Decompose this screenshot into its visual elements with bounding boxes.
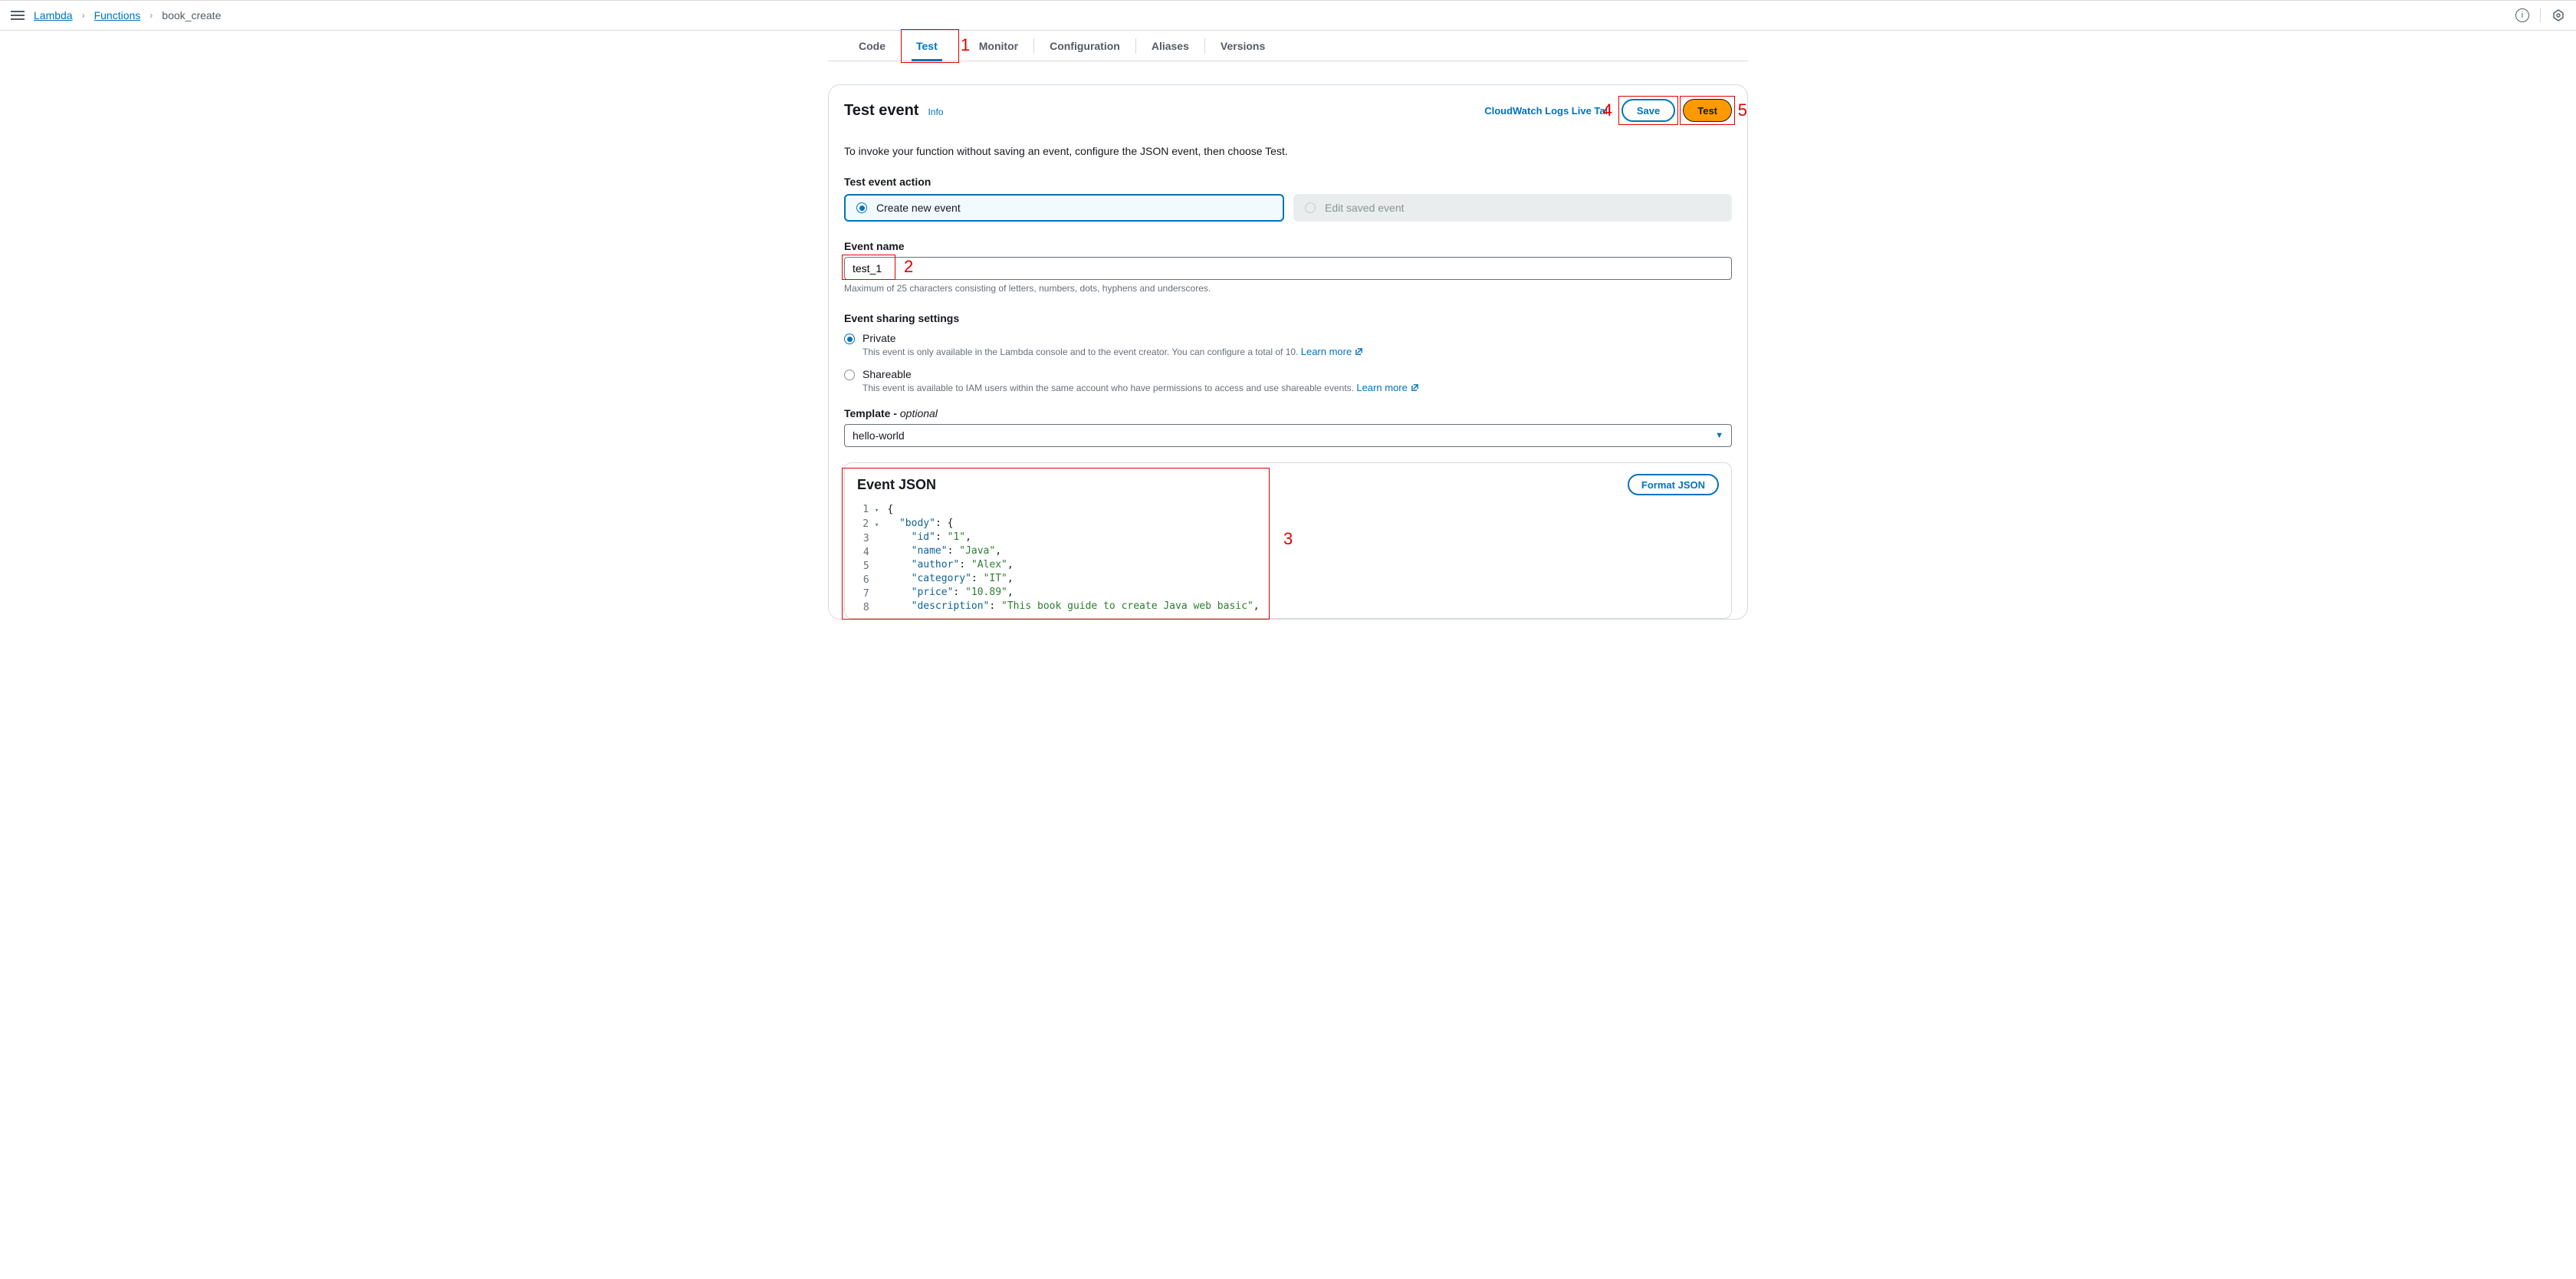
external-link-icon [1411, 383, 1419, 392]
annotation-number-3: 3 [1283, 529, 1293, 549]
shareable-learn-more-link[interactable]: Learn more [1356, 382, 1418, 393]
edit-saved-event-option: Edit saved event [1293, 194, 1732, 222]
breadcrumb-lambda[interactable]: Lambda [34, 9, 73, 21]
save-button[interactable]: Save [1622, 99, 1675, 122]
shareable-description: This event is available to IAM users wit… [863, 383, 1354, 393]
edit-saved-event-label: Edit saved event [1325, 202, 1405, 214]
cloudwatch-logs-live-tail-button[interactable]: CloudWatch Logs Live Tail [1481, 99, 1614, 122]
event-name-input[interactable] [844, 257, 1732, 280]
chevron-down-icon: ▼ [1715, 431, 1723, 440]
private-description: This event is only available in the Lamb… [863, 347, 1298, 357]
info-icon[interactable]: i [2515, 8, 2529, 22]
annotation-number-4: 4 [1603, 100, 1612, 120]
create-new-event-option[interactable]: Create new event [844, 194, 1284, 222]
tab-configuration[interactable]: Configuration [1034, 31, 1135, 61]
shareable-radio[interactable] [844, 370, 855, 380]
create-new-event-label: Create new event [876, 202, 961, 214]
event-name-label: Event name [844, 240, 1732, 252]
shareable-label: Shareable [863, 368, 1419, 380]
json-editor[interactable]: 1 ▾ 2 ▾ 3 4 5 6 7 8 { "body": { "id": "1… [857, 503, 1719, 615]
test-event-action-label: Test event action [844, 176, 1732, 188]
tab-code[interactable]: Code [843, 31, 901, 61]
test-button[interactable]: Test [1683, 99, 1732, 122]
radio-unchecked-icon [1305, 202, 1316, 213]
chevron-right-icon: › [150, 10, 153, 21]
annotation-number-2: 2 [904, 257, 913, 277]
private-radio[interactable] [844, 334, 855, 344]
info-link[interactable]: Info [928, 107, 943, 117]
event-json-container: Event JSON Format JSON 1 ▾ 2 ▾ 3 4 5 6 7… [844, 462, 1732, 619]
annotation-number-5: 5 [1738, 100, 1747, 120]
private-learn-more-link[interactable]: Learn more [1301, 346, 1363, 357]
panel-description: To invoke your function without saving a… [844, 145, 1732, 157]
breadcrumb-bar: Lambda › Functions › book_create i [0, 0, 2576, 31]
event-sharing-label: Event sharing settings [844, 312, 1732, 324]
divider [2540, 8, 2541, 22]
preferences-icon[interactable] [2551, 8, 2565, 22]
breadcrumb-functions[interactable]: Functions [94, 9, 141, 21]
test-event-panel: Test event Info CloudWatch Logs Live Tai… [828, 84, 1748, 620]
template-select[interactable]: hello-world ▼ [844, 424, 1732, 447]
radio-checked-icon [856, 202, 867, 213]
hamburger-menu-icon[interactable] [11, 11, 25, 20]
panel-title: Test event [844, 102, 918, 120]
function-tabs: Code Test 1 Monitor Configuration Aliase… [828, 31, 1748, 61]
tab-test[interactable]: Test [901, 31, 953, 61]
event-json-title: Event JSON [857, 477, 936, 493]
format-json-button[interactable]: Format JSON [1628, 474, 1719, 495]
template-label: Template - optional [844, 407, 1732, 419]
tab-aliases[interactable]: Aliases [1136, 31, 1204, 61]
event-name-hint: Maximum of 25 characters consisting of l… [844, 283, 1732, 294]
template-selected-value: hello-world [853, 429, 905, 442]
tab-versions[interactable]: Versions [1205, 31, 1280, 61]
external-link-icon [1355, 347, 1363, 356]
annotation-number-1: 1 [961, 35, 970, 55]
private-label: Private [863, 332, 1363, 344]
chevron-right-icon: › [82, 10, 85, 21]
breadcrumb-current: book_create [162, 9, 221, 21]
